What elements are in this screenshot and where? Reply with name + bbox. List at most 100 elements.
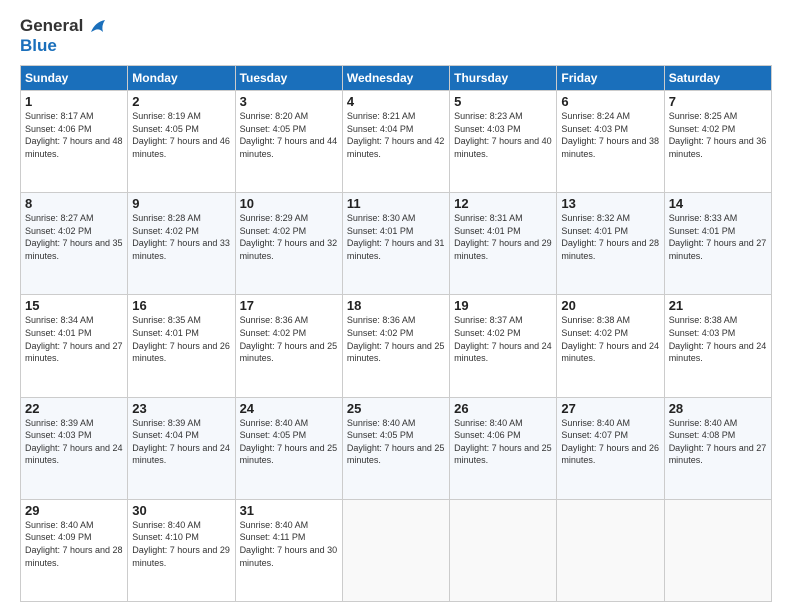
daylight-label: Daylight: 7 hours and 29 minutes.	[454, 238, 552, 261]
page: General Blue SundayMondayTuesdayWednesda…	[0, 0, 792, 612]
calendar-cell: 31 Sunrise: 8:40 AM Sunset: 4:11 PM Dayl…	[235, 499, 342, 601]
day-number: 7	[669, 94, 767, 109]
daylight-label: Daylight: 7 hours and 32 minutes.	[240, 238, 338, 261]
daylight-label: Daylight: 7 hours and 27 minutes.	[669, 443, 767, 466]
calendar-cell: 1 Sunrise: 8:17 AM Sunset: 4:06 PM Dayli…	[21, 91, 128, 193]
calendar-cell: 21 Sunrise: 8:38 AM Sunset: 4:03 PM Dayl…	[664, 295, 771, 397]
calendar-cell: 29 Sunrise: 8:40 AM Sunset: 4:09 PM Dayl…	[21, 499, 128, 601]
daylight-label: Daylight: 7 hours and 25 minutes.	[454, 443, 552, 466]
daylight-label: Daylight: 7 hours and 40 minutes.	[454, 136, 552, 159]
sunset-label: Sunset: 4:04 PM	[347, 124, 414, 134]
day-info: Sunrise: 8:40 AM Sunset: 4:10 PM Dayligh…	[132, 519, 230, 569]
sunset-label: Sunset: 4:05 PM	[240, 430, 307, 440]
day-info: Sunrise: 8:36 AM Sunset: 4:02 PM Dayligh…	[240, 314, 338, 364]
day-number: 17	[240, 298, 338, 313]
calendar-cell: 20 Sunrise: 8:38 AM Sunset: 4:02 PM Dayl…	[557, 295, 664, 397]
day-number: 30	[132, 503, 230, 518]
sunset-label: Sunset: 4:02 PM	[669, 124, 736, 134]
day-info: Sunrise: 8:36 AM Sunset: 4:02 PM Dayligh…	[347, 314, 445, 364]
sunrise-label: Sunrise: 8:37 AM	[454, 315, 523, 325]
day-number: 14	[669, 196, 767, 211]
calendar-cell: 9 Sunrise: 8:28 AM Sunset: 4:02 PM Dayli…	[128, 193, 235, 295]
calendar-cell: 15 Sunrise: 8:34 AM Sunset: 4:01 PM Dayl…	[21, 295, 128, 397]
sunrise-label: Sunrise: 8:35 AM	[132, 315, 201, 325]
daylight-label: Daylight: 7 hours and 24 minutes.	[669, 341, 767, 364]
sunrise-label: Sunrise: 8:19 AM	[132, 111, 201, 121]
daylight-label: Daylight: 7 hours and 44 minutes.	[240, 136, 338, 159]
daylight-label: Daylight: 7 hours and 27 minutes.	[669, 238, 767, 261]
sunset-label: Sunset: 4:03 PM	[25, 430, 92, 440]
sunset-label: Sunset: 4:01 PM	[132, 328, 199, 338]
sunset-label: Sunset: 4:01 PM	[454, 226, 521, 236]
sunrise-label: Sunrise: 8:25 AM	[669, 111, 738, 121]
sunset-label: Sunset: 4:05 PM	[347, 430, 414, 440]
calendar-cell	[342, 499, 449, 601]
day-number: 8	[25, 196, 123, 211]
day-number: 20	[561, 298, 659, 313]
sunrise-label: Sunrise: 8:40 AM	[347, 418, 416, 428]
day-info: Sunrise: 8:37 AM Sunset: 4:02 PM Dayligh…	[454, 314, 552, 364]
weekday-header-thursday: Thursday	[450, 66, 557, 91]
daylight-label: Daylight: 7 hours and 24 minutes.	[454, 341, 552, 364]
daylight-label: Daylight: 7 hours and 33 minutes.	[132, 238, 230, 261]
sunset-label: Sunset: 4:04 PM	[132, 430, 199, 440]
sunset-label: Sunset: 4:01 PM	[561, 226, 628, 236]
sunrise-label: Sunrise: 8:40 AM	[561, 418, 630, 428]
day-info: Sunrise: 8:40 AM Sunset: 4:09 PM Dayligh…	[25, 519, 123, 569]
daylight-label: Daylight: 7 hours and 26 minutes.	[132, 341, 230, 364]
daylight-label: Daylight: 7 hours and 38 minutes.	[561, 136, 659, 159]
weekday-header-monday: Monday	[128, 66, 235, 91]
sunrise-label: Sunrise: 8:36 AM	[240, 315, 309, 325]
day-number: 27	[561, 401, 659, 416]
sunrise-label: Sunrise: 8:40 AM	[454, 418, 523, 428]
daylight-label: Daylight: 7 hours and 46 minutes.	[132, 136, 230, 159]
day-info: Sunrise: 8:40 AM Sunset: 4:11 PM Dayligh…	[240, 519, 338, 569]
calendar-cell: 12 Sunrise: 8:31 AM Sunset: 4:01 PM Dayl…	[450, 193, 557, 295]
daylight-label: Daylight: 7 hours and 29 minutes.	[132, 545, 230, 568]
calendar-cell: 11 Sunrise: 8:30 AM Sunset: 4:01 PM Dayl…	[342, 193, 449, 295]
day-number: 29	[25, 503, 123, 518]
sunset-label: Sunset: 4:03 PM	[454, 124, 521, 134]
sunset-label: Sunset: 4:11 PM	[240, 532, 306, 542]
sunrise-label: Sunrise: 8:30 AM	[347, 213, 416, 223]
day-number: 26	[454, 401, 552, 416]
day-info: Sunrise: 8:40 AM Sunset: 4:07 PM Dayligh…	[561, 417, 659, 467]
day-info: Sunrise: 8:17 AM Sunset: 4:06 PM Dayligh…	[25, 110, 123, 160]
day-info: Sunrise: 8:25 AM Sunset: 4:02 PM Dayligh…	[669, 110, 767, 160]
daylight-label: Daylight: 7 hours and 30 minutes.	[240, 545, 338, 568]
sunset-label: Sunset: 4:10 PM	[132, 532, 199, 542]
day-number: 10	[240, 196, 338, 211]
calendar-cell: 13 Sunrise: 8:32 AM Sunset: 4:01 PM Dayl…	[557, 193, 664, 295]
day-info: Sunrise: 8:38 AM Sunset: 4:03 PM Dayligh…	[669, 314, 767, 364]
calendar-cell	[664, 499, 771, 601]
daylight-label: Daylight: 7 hours and 25 minutes.	[347, 443, 445, 466]
day-number: 16	[132, 298, 230, 313]
sunset-label: Sunset: 4:05 PM	[132, 124, 199, 134]
sunrise-label: Sunrise: 8:21 AM	[347, 111, 416, 121]
calendar-cell: 30 Sunrise: 8:40 AM Sunset: 4:10 PM Dayl…	[128, 499, 235, 601]
daylight-label: Daylight: 7 hours and 25 minutes.	[240, 443, 338, 466]
day-number: 19	[454, 298, 552, 313]
daylight-label: Daylight: 7 hours and 24 minutes.	[561, 341, 659, 364]
day-number: 9	[132, 196, 230, 211]
sunrise-label: Sunrise: 8:39 AM	[132, 418, 201, 428]
daylight-label: Daylight: 7 hours and 28 minutes.	[561, 238, 659, 261]
sunrise-label: Sunrise: 8:27 AM	[25, 213, 94, 223]
day-info: Sunrise: 8:40 AM Sunset: 4:06 PM Dayligh…	[454, 417, 552, 467]
sunset-label: Sunset: 4:03 PM	[669, 328, 736, 338]
sunset-label: Sunset: 4:02 PM	[347, 328, 414, 338]
calendar-cell: 27 Sunrise: 8:40 AM Sunset: 4:07 PM Dayl…	[557, 397, 664, 499]
calendar-cell: 3 Sunrise: 8:20 AM Sunset: 4:05 PM Dayli…	[235, 91, 342, 193]
sunrise-label: Sunrise: 8:20 AM	[240, 111, 309, 121]
calendar-cell	[557, 499, 664, 601]
calendar-cell: 28 Sunrise: 8:40 AM Sunset: 4:08 PM Dayl…	[664, 397, 771, 499]
day-number: 15	[25, 298, 123, 313]
day-info: Sunrise: 8:39 AM Sunset: 4:04 PM Dayligh…	[132, 417, 230, 467]
sunset-label: Sunset: 4:02 PM	[454, 328, 521, 338]
daylight-label: Daylight: 7 hours and 36 minutes.	[669, 136, 767, 159]
header: General Blue	[20, 16, 772, 55]
daylight-label: Daylight: 7 hours and 31 minutes.	[347, 238, 445, 261]
sunrise-label: Sunrise: 8:29 AM	[240, 213, 309, 223]
sunrise-label: Sunrise: 8:40 AM	[669, 418, 738, 428]
weekday-header-saturday: Saturday	[664, 66, 771, 91]
